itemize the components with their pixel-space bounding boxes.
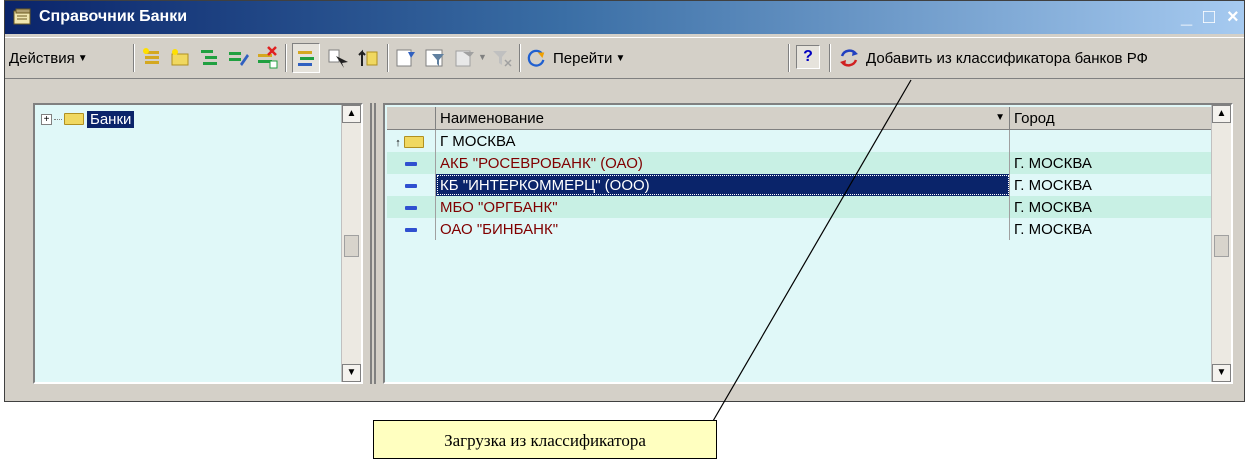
hierarchy-icon xyxy=(298,51,314,66)
column-header-name-label: Наименование xyxy=(440,109,544,127)
column-header-name[interactable]: Наименование ▼ xyxy=(435,107,1010,130)
folder-icon xyxy=(403,135,424,148)
bank-list-panel: Наименование ▼ Город ↑ Г МОСКВА АКБ "РОС… xyxy=(383,103,1233,384)
row-icon-cell xyxy=(387,152,436,174)
scroll-thumb[interactable] xyxy=(1214,235,1229,257)
add-from-classifier-button[interactable]: Добавить из классификатора банков РФ xyxy=(837,44,1148,72)
bank-name-cell: МБО "ОРГБАНК" xyxy=(435,196,1010,218)
group-city-cell xyxy=(1009,129,1213,152)
bank-city-cell: Г. МОСКВА xyxy=(1009,174,1213,196)
toolbar-separator xyxy=(829,44,831,72)
bank-name-cell: КБ "ИНТЕРКОММЕРЦ" (ООО) xyxy=(435,174,1010,196)
list-scrollbar[interactable]: ▲ ▼ xyxy=(1211,105,1231,382)
table-row-selected[interactable]: КБ "ИНТЕРКОММЕРЦ" (ООО) Г. МОСКВА xyxy=(387,174,1213,196)
title-bar[interactable]: Справочник Банки _ □ × xyxy=(5,1,1244,34)
folder-icon xyxy=(64,113,84,125)
arrow-up-icon: ↑ xyxy=(395,136,401,149)
column-header-city[interactable]: Город xyxy=(1009,107,1213,130)
item-icon xyxy=(405,205,417,210)
bank-city-cell: Г. МОСКВА xyxy=(1009,152,1213,174)
edit-item-icon[interactable] xyxy=(226,46,250,70)
table-row[interactable]: ОАО "БИНБАНК" Г. МОСКВА xyxy=(387,218,1213,240)
maximize-button[interactable]: □ xyxy=(1203,6,1215,28)
pane-splitter[interactable] xyxy=(368,103,378,384)
tree-root-label: Банки xyxy=(87,110,135,128)
chevron-down-icon: ▼ xyxy=(615,52,626,64)
actions-menu-label: Действия xyxy=(9,49,75,67)
item-icon xyxy=(405,161,417,166)
scroll-up-icon[interactable]: ▲ xyxy=(342,105,361,123)
window-title: Справочник Банки xyxy=(39,8,188,25)
toolbar-separator xyxy=(133,44,135,72)
group-name-cell: Г МОСКВА xyxy=(435,129,1010,152)
row-icon-cell xyxy=(387,174,436,196)
hierarchy-toggle-button[interactable] xyxy=(292,43,320,73)
bank-city-cell: Г. МОСКВА xyxy=(1009,196,1213,218)
filter-sort-icon[interactable] xyxy=(394,46,418,70)
toolbar: Действия ▼ ▼ Перейти ▼ ? Добавить из кла… xyxy=(5,37,1244,79)
filter-icon[interactable] xyxy=(423,46,447,70)
delete-item-icon[interactable] xyxy=(255,46,279,70)
callout-label: Загрузка из классификатора xyxy=(373,420,717,459)
scroll-down-icon[interactable]: ▼ xyxy=(342,364,361,382)
level-up-icon[interactable] xyxy=(356,46,380,70)
table-row[interactable]: МБО "ОРГБАНК" Г. МОСКВА xyxy=(387,196,1213,218)
tree-root-item[interactable]: + Банки xyxy=(41,109,135,129)
directory-icon xyxy=(13,8,31,25)
add-group-icon[interactable] xyxy=(168,46,192,70)
bank-name-cell: АКБ "РОСЕВРОБАНК" (ОАО) xyxy=(435,152,1010,174)
clear-filter-icon[interactable] xyxy=(490,46,514,70)
table-row[interactable]: АКБ "РОСЕВРОБАНК" (ОАО) Г. МОСКВА xyxy=(387,152,1213,174)
item-icon xyxy=(405,227,417,232)
table-header: Наименование ▼ Город xyxy=(387,107,1213,130)
copy-item-icon[interactable] xyxy=(198,46,222,70)
add-from-classifier-label: Добавить из классификатора банков РФ xyxy=(866,49,1148,67)
close-button[interactable]: × xyxy=(1227,6,1239,28)
chevron-down-icon: ▼ xyxy=(77,52,88,64)
goto-menu-label: Перейти xyxy=(553,49,613,67)
scroll-thumb[interactable] xyxy=(344,235,359,257)
filter-list-icon[interactable] xyxy=(453,46,477,70)
sort-desc-icon: ▼ xyxy=(995,111,1005,123)
row-icon-cell xyxy=(387,196,436,218)
sync-icon xyxy=(840,49,858,67)
group-tree-panel: + Банки ▲ ▼ xyxy=(33,103,363,384)
group-row[interactable]: ↑ Г МОСКВА xyxy=(387,129,1213,152)
bank-city-cell: Г. МОСКВА xyxy=(1009,218,1213,240)
item-icon xyxy=(405,183,417,188)
expand-icon[interactable]: + xyxy=(41,113,52,125)
tree-connector xyxy=(54,118,62,120)
add-item-icon[interactable] xyxy=(140,46,164,70)
goto-menu-button[interactable]: Перейти ▼ xyxy=(525,44,625,72)
refresh-icon xyxy=(527,49,545,67)
row-icon-cell xyxy=(387,218,436,240)
scroll-up-icon[interactable]: ▲ xyxy=(1212,105,1231,123)
tree-scrollbar[interactable]: ▲ ▼ xyxy=(341,105,361,382)
scroll-down-icon[interactable]: ▼ xyxy=(1212,364,1231,382)
toolbar-separator xyxy=(788,44,790,72)
help-button[interactable]: ? xyxy=(796,45,820,69)
move-to-group-icon[interactable] xyxy=(326,46,350,70)
actions-menu-button[interactable]: Действия ▼ xyxy=(9,44,88,72)
chevron-down-icon: ▼ xyxy=(478,52,487,62)
bank-name-cell: ОАО "БИНБАНК" xyxy=(435,218,1010,240)
group-row-icon-cell: ↑ xyxy=(387,129,436,152)
minimize-button[interactable]: _ xyxy=(1181,6,1192,28)
bank-table: Наименование ▼ Город ↑ Г МОСКВА АКБ "РОС… xyxy=(387,107,1213,240)
icon-column-header[interactable] xyxy=(387,107,436,130)
toolbar-separator xyxy=(387,44,389,72)
toolbar-separator xyxy=(519,44,521,72)
toolbar-separator xyxy=(285,44,287,72)
column-header-city-label: Город xyxy=(1014,109,1055,127)
